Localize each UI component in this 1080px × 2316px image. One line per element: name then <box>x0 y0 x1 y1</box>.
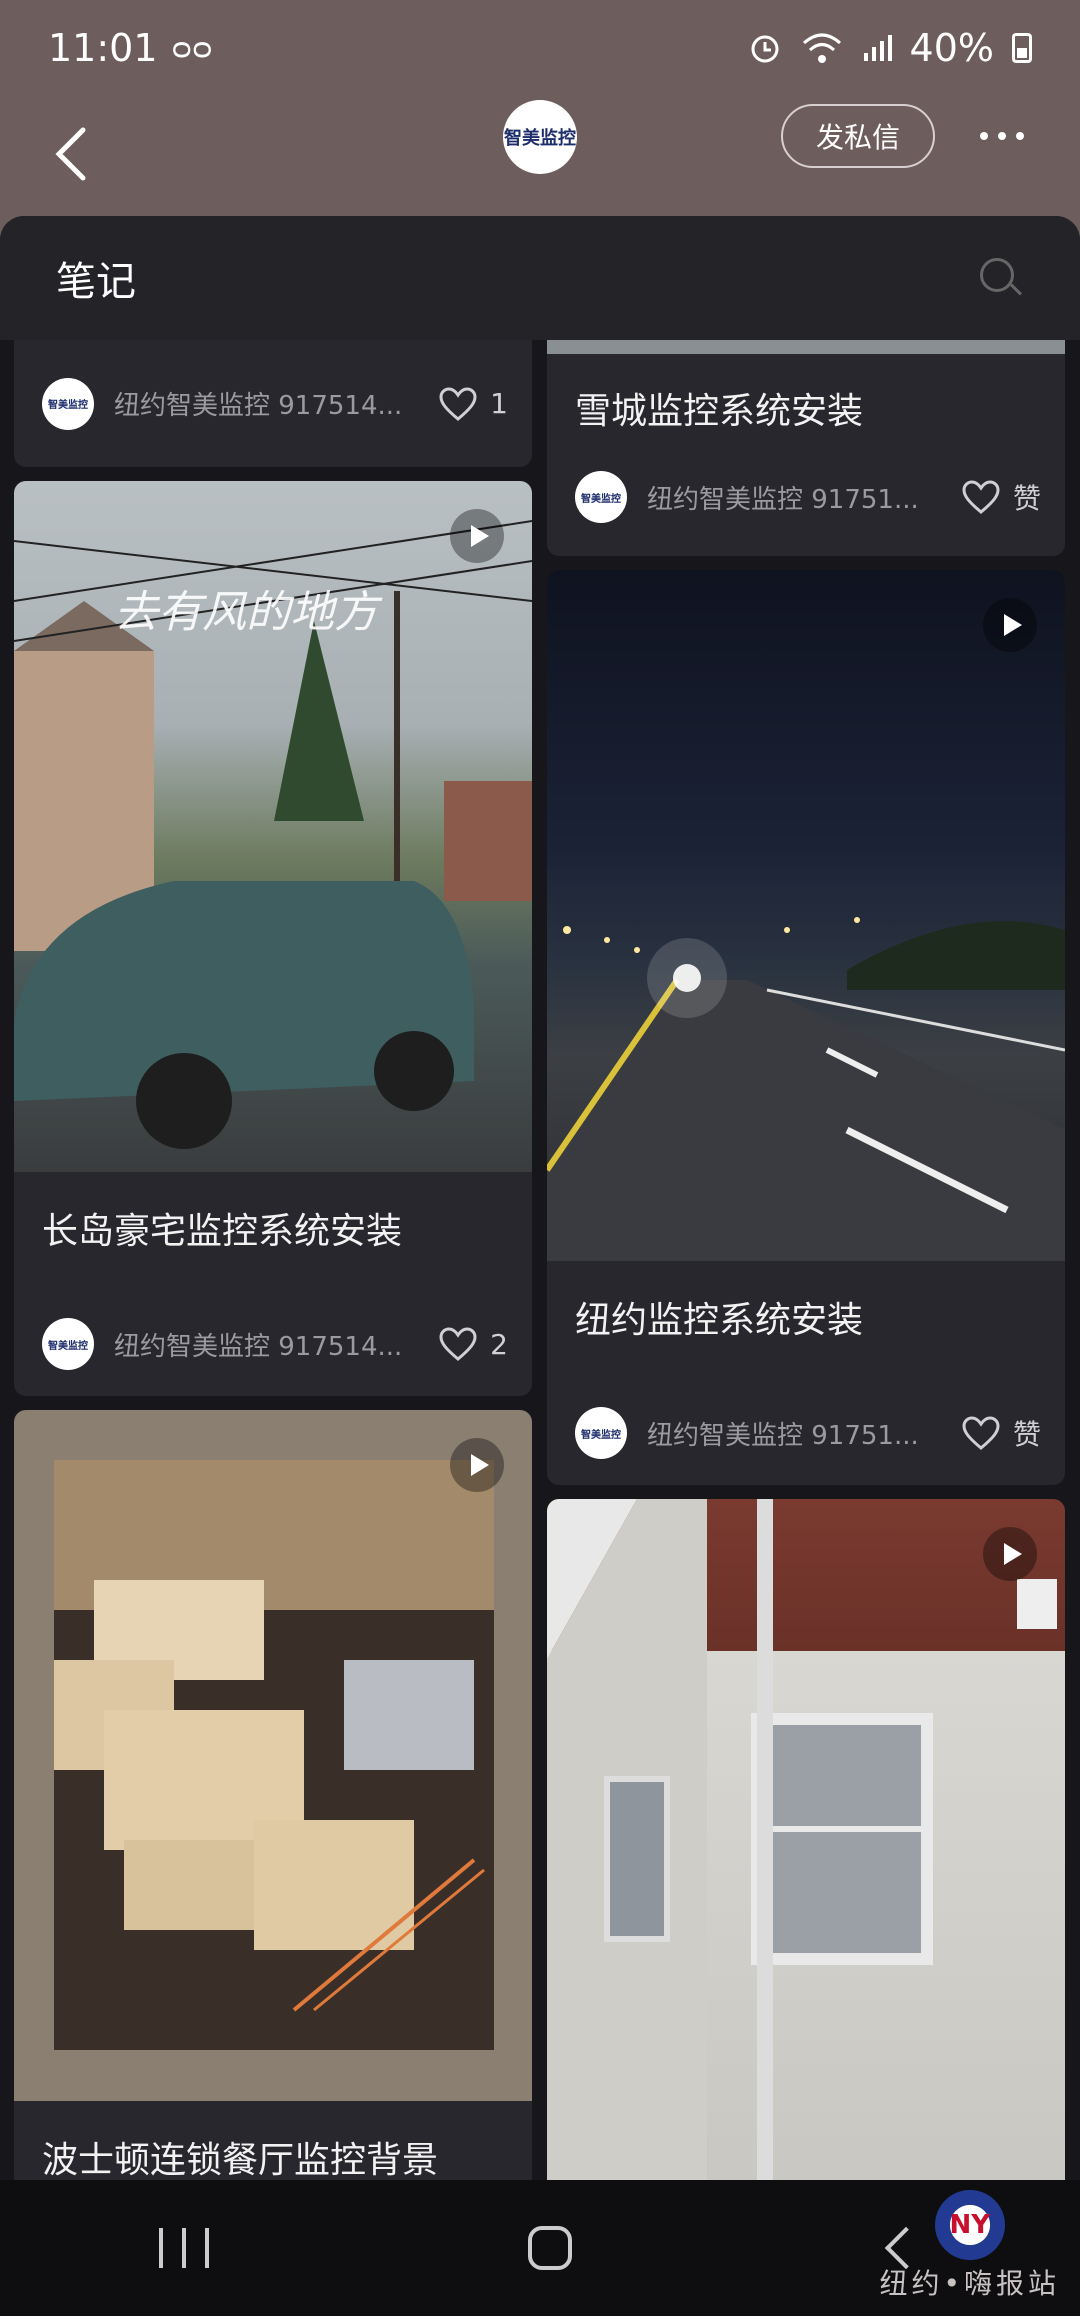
note-card[interactable]: 雪城监控系统安装 智美监控 纽约智美监控 91751... 赞 <box>547 340 1065 556</box>
card-meta: 智美监控 纽约智美监控 91751... 赞 <box>547 452 1065 542</box>
note-thumbnail <box>547 340 1065 354</box>
author-name[interactable]: 纽约智美监控 917514... <box>114 385 428 422</box>
profile-header: 智美监控 发私信 <box>0 96 1080 216</box>
watermark-logo: NY <box>934 2190 1005 2260</box>
heart-icon <box>439 386 477 421</box>
like-button[interactable]: 2 <box>438 1326 508 1362</box>
thumbnail-scene <box>54 1460 494 2050</box>
note-thumbnail <box>547 570 1065 1261</box>
author-name[interactable]: 纽约智美监控 917514... <box>114 1326 428 1363</box>
logo-text: 智美监控 <box>504 128 576 149</box>
more-dot <box>980 132 988 140</box>
card-meta: 智美监控 纽约智美监控 91751... 赞 <box>547 1383 1065 1483</box>
note-title: 波士顿连锁餐厅监控背景 <box>42 2140 439 2180</box>
play-icon <box>450 1438 504 1492</box>
like-button[interactable]: 赞 <box>961 1413 1041 1453</box>
heart-icon <box>962 1416 1000 1450</box>
like-count: 1 <box>490 387 508 420</box>
card-meta: 智美监控 纽约智美监控 917514... 2 <box>14 1294 532 1394</box>
note-card[interactable]: 智美监控 纽约智美监控 917514... 1 <box>14 340 532 467</box>
battery-percent: 40% <box>909 26 994 70</box>
panel-header: 笔记 <box>0 216 1080 340</box>
send-message-button[interactable]: 发私信 <box>781 104 935 168</box>
back-button[interactable] <box>40 114 100 194</box>
note-thumbnail: 去有风的地方 <box>14 481 532 1172</box>
signal-icon <box>863 35 892 61</box>
note-title: 纽约监控系统安装 <box>575 1300 864 1341</box>
thumbnail-caption: 去有风的地方 <box>114 587 378 638</box>
note-thumbnail <box>14 1410 532 2101</box>
more-options-button[interactable] <box>972 108 1032 164</box>
notes-panel: 笔记 智美监控 纽约智美监控 917514... 1 雪城监控系统安装 智美监控… <box>0 216 1080 2180</box>
note-title: 雪城监控系统安装 <box>575 391 864 432</box>
voicemail-icon: ᴑᴑ <box>171 30 213 66</box>
note-card[interactable]: 纽约监控系统安装 智美监控 纽约智美监控 91751... 赞 <box>547 570 1065 1485</box>
status-bar: 11:01 ᴑᴑ 40% <box>0 0 1080 96</box>
recent-apps-button[interactable] <box>159 2228 210 2268</box>
card-meta: 智美监控 纽约智美监控 917514... 1 <box>14 340 532 467</box>
note-card[interactable] <box>547 1499 1065 2180</box>
profile-logo[interactable]: 智美监控 <box>503 100 577 174</box>
like-count: 赞 <box>1012 1418 1041 1451</box>
chevron-left-icon <box>55 127 86 181</box>
battery-icon <box>1012 33 1032 63</box>
author-avatar[interactable]: 智美监控 <box>42 1318 94 1370</box>
thumbnail-scene <box>547 1499 1057 2180</box>
panel-title: 笔记 <box>56 259 136 305</box>
author-avatar[interactable]: 智美监控 <box>575 1407 627 1459</box>
notes-grid: 智美监控 纽约智美监控 917514... 1 雪城监控系统安装 智美监控 纽约… <box>0 340 1080 2180</box>
heart-icon <box>439 1327 477 1361</box>
play-icon <box>450 509 504 563</box>
play-icon <box>983 1527 1037 1581</box>
like-button[interactable]: 赞 <box>961 477 1041 517</box>
system-navbar: NY 纽约•嗨报站 <box>0 2180 1080 2316</box>
note-title: 长岛豪宅监控系统安装 <box>42 1211 403 1252</box>
heart-icon <box>962 480 1000 514</box>
like-count: 赞 <box>1012 482 1041 515</box>
home-button[interactable] <box>527 2226 572 2270</box>
like-button[interactable]: 1 <box>438 386 508 422</box>
watermark: NY 纽约•嗨报站 <box>879 2190 1060 2302</box>
wifi-icon <box>802 33 841 63</box>
watermark-text: 纽约•嗨报站 <box>879 2267 1060 2300</box>
author-avatar[interactable]: 智美监控 <box>42 377 94 430</box>
like-count: 2 <box>490 1327 508 1361</box>
more-dot <box>998 132 1006 140</box>
status-time: 11:01 <box>48 26 158 70</box>
note-card[interactable]: 波士顿连锁餐厅监控背景 <box>14 1410 532 2180</box>
author-avatar[interactable]: 智美监控 <box>575 471 627 523</box>
search-icon[interactable] <box>976 254 1024 302</box>
more-dot <box>1016 132 1024 140</box>
note-card[interactable]: 去有风的地方 长岛豪宅监控系统安装 智美监控 纽约智美监控 917514... … <box>14 481 532 1396</box>
play-icon <box>983 598 1037 652</box>
note-thumbnail <box>547 1499 1065 2180</box>
author-name[interactable]: 纽约智美监控 91751... <box>647 479 951 516</box>
author-name[interactable]: 纽约智美监控 91751... <box>647 1415 951 1452</box>
thumbnail-scene <box>547 917 1065 1261</box>
alarm-icon <box>751 35 779 63</box>
